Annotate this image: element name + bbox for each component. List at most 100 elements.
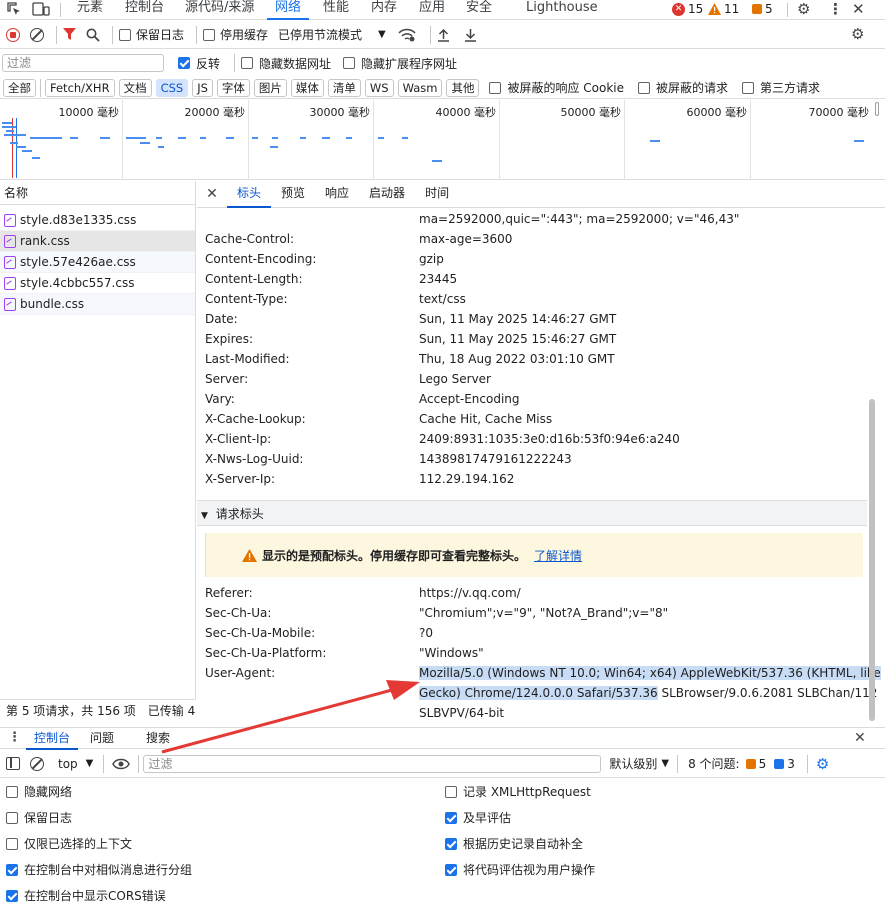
sidebar-toggle-icon[interactable]: [6, 757, 20, 770]
overview-resize-handle[interactable]: [875, 102, 879, 116]
chip-font[interactable]: 字体: [216, 78, 250, 97]
issues-count-label[interactable]: 8 个问题:: [688, 755, 740, 772]
chip-all[interactable]: 全部: [3, 78, 36, 97]
hide-extension-urls-checkbox[interactable]: [343, 57, 356, 69]
console-setting[interactable]: 及早评估: [445, 809, 511, 826]
request-row[interactable]: style.4cbbc557.css: [0, 273, 195, 294]
user-gesture-evaluation-checkbox[interactable]: [445, 863, 457, 876]
throttling-select[interactable]: 已停用节流模式: [278, 26, 362, 43]
network-settings-gear-icon[interactable]: ⚙: [851, 25, 864, 43]
chip-js[interactable]: JS: [192, 78, 213, 97]
live-expression-eye-icon[interactable]: [112, 758, 131, 770]
chip-manifest[interactable]: 清单: [327, 78, 361, 97]
search-icon[interactable]: [86, 28, 100, 42]
console-setting[interactable]: 将代码评估视为用户操作: [445, 861, 595, 878]
record-stop-icon[interactable]: [6, 27, 20, 42]
close-details-icon[interactable]: ✕: [197, 186, 227, 202]
console-preserve-log-checkbox[interactable]: [6, 811, 18, 824]
show-cors-errors-checkbox[interactable]: [6, 889, 18, 902]
console-setting[interactable]: 在控制台中对相似消息进行分组: [6, 861, 192, 878]
console-setting[interactable]: 保留日志: [6, 809, 72, 826]
close-devtools-icon[interactable]: ✕: [852, 0, 865, 18]
group-similar-checkbox[interactable]: [6, 863, 18, 876]
tab-console[interactable]: 控制台: [125, 0, 164, 20]
request-row[interactable]: style.57e426ae.css: [0, 252, 195, 273]
tab-lighthouse[interactable]: Lighthouse: [526, 0, 598, 20]
chip-css[interactable]: CSS: [155, 78, 189, 97]
close-drawer-icon[interactable]: ✕: [854, 730, 866, 746]
console-setting[interactable]: 隐藏网络: [6, 783, 72, 800]
learn-more-link[interactable]: 了解详情: [534, 547, 582, 564]
tab-response[interactable]: 响应: [315, 181, 359, 208]
network-overview-timeline[interactable]: 10000 毫秒 20000 毫秒 30000 毫秒 40000 毫秒 5000…: [0, 100, 885, 180]
request-row-selected[interactable]: rank.css: [0, 231, 195, 252]
import-har-icon[interactable]: [437, 28, 450, 42]
inspect-element-icon[interactable]: [6, 1, 22, 17]
request-headers-section-toggle[interactable]: ▼ 请求标头: [197, 500, 867, 526]
filter-input[interactable]: 过滤: [2, 54, 164, 72]
filter-funnel-icon[interactable]: [63, 28, 76, 41]
error-count-badge[interactable]: ✕ 15: [672, 2, 703, 16]
drawer-tab-issues[interactable]: 问题: [90, 728, 114, 750]
console-settings-gear-icon[interactable]: ⚙: [816, 755, 829, 773]
chevron-down-icon[interactable]: ▼: [86, 758, 94, 769]
chip-other[interactable]: 其他: [446, 78, 480, 97]
chip-ws[interactable]: WS: [364, 78, 394, 97]
console-setting[interactable]: 在控制台中显示CORS错误: [6, 887, 166, 904]
request-row[interactable]: style.d83e1335.css: [0, 210, 195, 231]
export-har-icon[interactable]: [464, 28, 477, 42]
tab-timing[interactable]: 时间: [415, 181, 459, 208]
chevron-down-icon[interactable]: ▼: [661, 758, 669, 769]
console-setting[interactable]: 记录 XMLHttpRequest: [445, 783, 591, 800]
tab-initiator[interactable]: 启动器: [359, 181, 415, 208]
network-conditions-icon[interactable]: [398, 28, 416, 42]
request-row[interactable]: bundle.css: [0, 294, 195, 315]
eager-evaluation-checkbox[interactable]: [445, 811, 457, 824]
chip-wasm[interactable]: Wasm: [397, 78, 443, 97]
third-party-checkbox[interactable]: [742, 81, 755, 94]
chevron-down-icon[interactable]: ▼: [378, 29, 386, 40]
issues-orange-badge[interactable]: 5: [745, 757, 766, 771]
tab-application[interactable]: 应用: [419, 0, 445, 20]
console-setting[interactable]: 根据历史记录自动补全: [445, 835, 583, 852]
console-filter-input[interactable]: 过滤: [143, 754, 602, 773]
details-scrollbar-thumb[interactable]: [869, 399, 875, 721]
blocked-requests-checkbox[interactable]: [638, 81, 651, 94]
tab-elements[interactable]: 元素: [77, 0, 103, 20]
disable-cache-checkbox[interactable]: [203, 28, 216, 41]
drawer-menu-icon[interactable]: ⋮: [8, 730, 21, 745]
preserve-log-checkbox[interactable]: [119, 28, 131, 41]
drawer-tab-console[interactable]: 控制台: [26, 728, 79, 750]
log-level-select[interactable]: 默认级别: [609, 755, 657, 772]
chip-img[interactable]: 图片: [253, 78, 287, 97]
autocomplete-history-checkbox[interactable]: [445, 837, 457, 850]
warning-count-badge[interactable]: 11: [708, 2, 739, 16]
chip-doc[interactable]: 文档: [118, 78, 152, 97]
tab-security[interactable]: 安全: [466, 0, 492, 20]
settings-gear-icon[interactable]: ⚙: [797, 0, 810, 18]
hide-network-checkbox[interactable]: [6, 785, 18, 798]
tab-headers[interactable]: 标头: [227, 181, 272, 208]
invert-checkbox[interactable]: [178, 57, 190, 69]
log-xhr-checkbox[interactable]: [445, 785, 457, 798]
issues-blue-badge[interactable]: 3: [774, 757, 795, 771]
name-column-header[interactable]: 名称: [0, 181, 195, 205]
clear-console-icon[interactable]: [30, 756, 44, 771]
context-select[interactable]: top: [58, 757, 78, 771]
clear-log-icon[interactable]: [30, 27, 44, 42]
blocked-response-cookies-checkbox[interactable]: [489, 81, 502, 94]
more-options-icon[interactable]: ⋮: [828, 0, 843, 18]
hide-data-urls-checkbox[interactable]: [241, 57, 254, 69]
tab-performance[interactable]: 性能: [323, 0, 349, 20]
tab-network[interactable]: 网络: [267, 0, 310, 20]
drawer-tab-search[interactable]: 搜索: [146, 728, 170, 750]
tab-memory[interactable]: 内存: [371, 0, 397, 20]
chip-fetch-xhr[interactable]: Fetch/XHR: [45, 78, 115, 97]
issues-count-badge[interactable]: 5: [752, 2, 773, 16]
tab-preview[interactable]: 预览: [271, 181, 315, 208]
device-toolbar-icon[interactable]: [32, 1, 50, 17]
selected-context-only-checkbox[interactable]: [6, 837, 18, 850]
console-setting[interactable]: 仅限已选择的上下文: [6, 835, 132, 852]
tab-sources[interactable]: 源代码/来源: [185, 0, 254, 20]
chip-media[interactable]: 媒体: [290, 78, 324, 97]
